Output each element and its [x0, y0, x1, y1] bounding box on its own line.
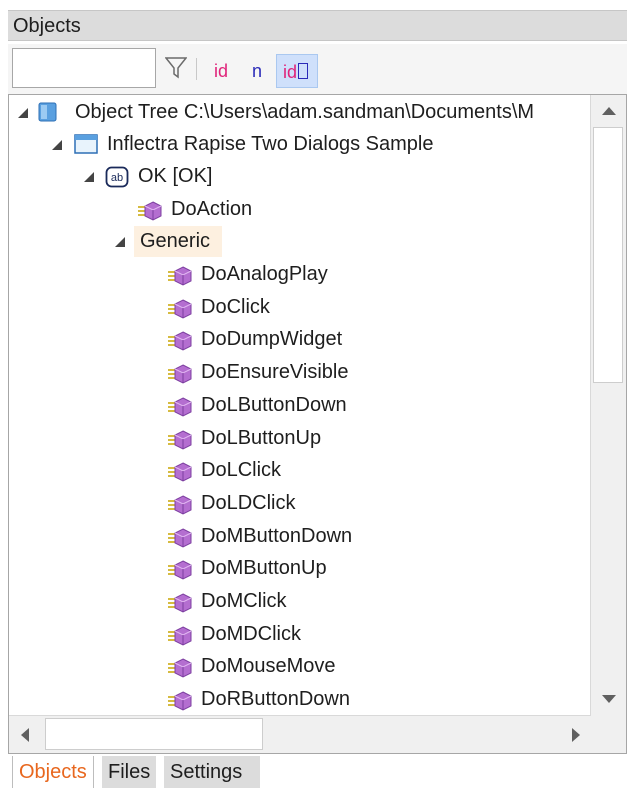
tab-objects[interactable]: Objects	[12, 756, 94, 788]
tree-node-label: DoMButtonUp	[201, 557, 327, 579]
arrow-down-icon	[602, 695, 616, 703]
method-icon	[168, 495, 192, 515]
tree-node-group[interactable]: Generic	[9, 226, 591, 259]
show-id-button[interactable]: id	[214, 58, 228, 84]
tab-settings[interactable]: Settings	[164, 756, 260, 788]
tree-node-root[interactable]: Object Tree C:\Users\adam.sandman\Docume…	[9, 97, 591, 130]
tree-node-label: DoEnsureVisible	[201, 361, 349, 383]
vertical-scroll-thumb[interactable]	[593, 127, 623, 383]
tree-node-method[interactable]: DoClick	[9, 292, 591, 325]
scrollbar-corner	[591, 715, 626, 753]
tree-node-label: DoMDClick	[201, 623, 301, 645]
tree-node-label: DoAnalogPlay	[201, 263, 328, 285]
tree-node-label: Inflectra Rapise Two Dialogs Sample	[107, 133, 434, 155]
objects-panel-header: Objects	[8, 10, 627, 41]
expanded-arrow-icon[interactable]	[52, 140, 63, 151]
method-icon	[168, 364, 192, 384]
locator-bracket-icon	[298, 63, 309, 80]
scroll-right-button[interactable]	[557, 716, 592, 753]
scroll-left-button[interactable]	[9, 716, 44, 753]
method-icon	[168, 299, 192, 319]
method-icon	[168, 560, 192, 580]
tree-node-method[interactable]: DoAnalogPlay	[9, 259, 591, 292]
tree-node-label: OK [OK]	[138, 165, 213, 187]
tree-node-method[interactable]: DoLButtonUp	[9, 423, 591, 456]
scroll-up-button[interactable]	[591, 95, 626, 127]
tree-node-button[interactable]: ab OK [OK]	[9, 161, 591, 194]
tree-node-label: DoDumpWidget	[201, 328, 343, 350]
method-icon	[168, 593, 192, 613]
method-icon	[168, 462, 192, 482]
tree-node-label: Object Tree C:\Users\adam.sandman\Docume…	[75, 101, 535, 123]
method-icon	[168, 626, 192, 646]
tree-node-label: DoLButtonUp	[201, 427, 322, 449]
tab-files[interactable]: Files	[102, 756, 157, 788]
horizontal-scroll-thumb[interactable]	[45, 718, 263, 750]
id-locator-label: id	[283, 62, 298, 82]
vertical-scrollbar[interactable]	[590, 95, 626, 715]
show-id-locator-button[interactable]: id	[276, 54, 318, 88]
method-icon	[168, 397, 192, 417]
search-input[interactable]	[12, 48, 156, 88]
tree-node-method[interactable]: DoMDClick	[9, 619, 591, 652]
tree-rows: Object Tree C:\Users\adam.sandman\Docume…	[9, 95, 591, 715]
horizontal-scrollbar[interactable]	[9, 715, 592, 753]
tree-node-label: DoMButtonDown	[201, 525, 353, 547]
tree-node-method[interactable]: DoMButtonUp	[9, 553, 591, 586]
tree-node-method[interactable]: DoMClick	[9, 586, 591, 619]
tree-node-label: DoLClick	[201, 459, 282, 481]
window-icon	[74, 134, 98, 154]
expanded-arrow-icon[interactable]	[84, 172, 95, 183]
method-icon	[168, 430, 192, 450]
tree-node-label: Generic	[140, 230, 211, 252]
tree-node-method[interactable]: DoLDClick	[9, 488, 591, 521]
method-icon	[168, 331, 192, 351]
arrow-up-icon	[602, 107, 616, 115]
panel-title: Objects	[13, 15, 81, 37]
tree-node-method[interactable]: DoEnsureVisible	[9, 357, 591, 390]
expanded-arrow-icon[interactable]	[18, 108, 29, 119]
tree-node-label: DoClick	[201, 296, 270, 318]
tree-node-method[interactable]: DoLButtonDown	[9, 390, 591, 423]
tree-node-label: DoMClick	[201, 590, 287, 612]
object-tree[interactable]: Object Tree C:\Users\adam.sandman\Docume…	[8, 94, 627, 754]
arrow-left-icon	[21, 728, 29, 742]
tree-node-method[interactable]: DoMButtonDown	[9, 521, 591, 554]
tree-node-method[interactable]: DoDumpWidget	[9, 324, 591, 357]
arrow-right-icon	[572, 728, 580, 742]
filter-icon[interactable]	[165, 56, 187, 80]
svg-text:ab: ab	[111, 172, 123, 184]
object-tree-icon	[38, 102, 57, 122]
method-icon	[168, 266, 192, 286]
toolbar-separator	[196, 58, 197, 80]
method-icon	[168, 691, 192, 711]
tree-node-dialog[interactable]: Inflectra Rapise Two Dialogs Sample	[9, 129, 591, 162]
tree-node-method[interactable]: DoMouseMove	[9, 651, 591, 684]
tree-node-label: DoMouseMove	[201, 655, 336, 677]
tree-node-method[interactable]: DoRButtonDown	[9, 684, 591, 715]
show-name-button[interactable]: n	[252, 58, 262, 84]
method-icon	[168, 658, 192, 678]
method-icon	[138, 201, 162, 221]
method-icon	[168, 528, 192, 548]
scroll-down-button[interactable]	[591, 683, 626, 715]
expanded-arrow-icon[interactable]	[115, 237, 126, 248]
tree-node-label: DoRButtonDown	[201, 688, 350, 710]
button-control-icon: ab	[105, 166, 129, 188]
tree-node-label: DoLButtonDown	[201, 394, 347, 416]
tree-node-method[interactable]: DoLClick	[9, 455, 591, 488]
tree-node-label: DoAction	[171, 198, 253, 220]
objects-toolbar: id n id	[8, 44, 627, 94]
tree-node-label: DoLDClick	[201, 492, 296, 514]
tree-node-method[interactable]: DoAction	[9, 194, 591, 227]
panel-tabs: Objects Files Settings	[8, 756, 627, 788]
